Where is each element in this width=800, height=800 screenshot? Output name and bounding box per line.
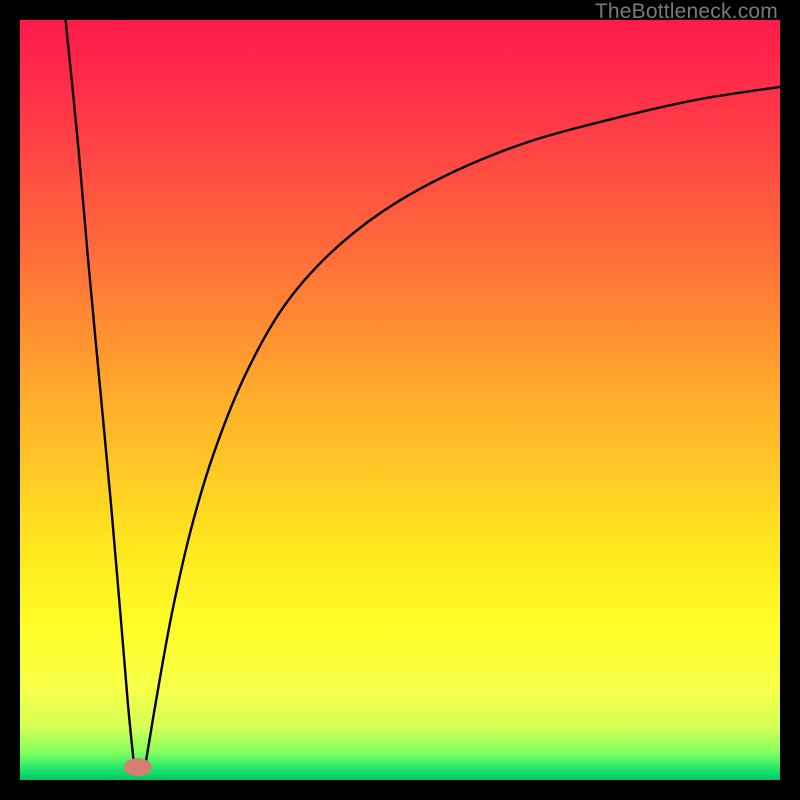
chart-svg <box>20 20 780 780</box>
minimum-marker <box>124 758 152 776</box>
chart-frame <box>20 20 780 780</box>
watermark-text: TheBottleneck.com <box>595 0 778 24</box>
gradient-background <box>20 20 780 780</box>
